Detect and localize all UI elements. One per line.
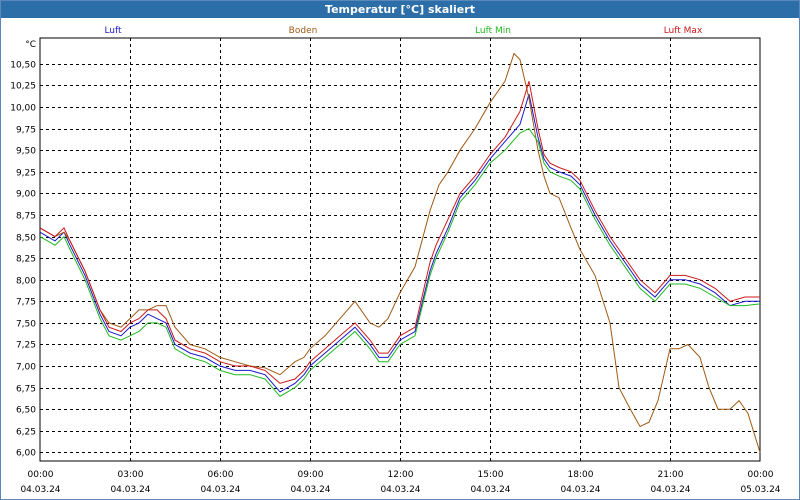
x-tick-time: 03:00	[118, 470, 144, 480]
x-tick-time: 21:00	[658, 470, 684, 480]
y-tick-label: 6,50	[16, 406, 36, 416]
y-tick-label: 10,25	[10, 82, 36, 92]
y-tick-label: 8,50	[16, 234, 36, 244]
y-tick-label: 7,25	[16, 341, 36, 351]
x-tick-date: 04.03.24	[290, 485, 330, 495]
y-tick-label: 9,00	[16, 190, 36, 200]
x-tick-date: 04.03.24	[380, 485, 420, 495]
y-tick-label: 8,25	[16, 255, 36, 265]
x-tick-time: 18:00	[568, 470, 594, 480]
y-tick-label: 6,75	[16, 385, 36, 395]
x-tick-time: 15:00	[478, 470, 504, 480]
legend-item: Luft	[104, 26, 122, 36]
y-axis-label: °C	[25, 40, 36, 50]
y-tick-label: 7,50	[16, 320, 36, 330]
temperature-chart: 6,00 6,25 6,50 6,75 7,00 7,25 7,50 7,75 8,00 8,25…	[10, 26, 781, 495]
x-tick-time: 09:00	[298, 470, 324, 480]
y-tick-label: 10,50	[10, 61, 36, 71]
x-tick-time: 06:00	[208, 470, 234, 480]
y-tick-label: 9,75	[16, 126, 36, 136]
x-tick-date: 04.03.24	[470, 485, 510, 495]
x-tick-date: 04.03.24	[560, 485, 600, 495]
legend-item: Boden	[289, 26, 318, 36]
x-tick-time: 12:00	[388, 470, 414, 480]
legend-item: Luft Min	[475, 26, 511, 36]
legend-item: Luft Max	[664, 26, 703, 36]
x-tick-date: 04.03.24	[200, 485, 240, 495]
y-tick-label: 7,75	[16, 298, 36, 308]
y-tick-label: 8,75	[16, 212, 36, 222]
x-tick-date: 04.03.24	[650, 485, 690, 495]
x-tick-date: 04.03.24	[110, 485, 150, 495]
y-tick-label: 9,25	[16, 169, 36, 179]
y-tick-label: 7,00	[16, 363, 36, 373]
y-tick-label: 6,00	[16, 449, 36, 459]
x-tick-time: 00:00	[748, 470, 774, 480]
x-tick-date: 05.03.24	[740, 485, 780, 495]
y-tick-label: 10,00	[10, 104, 36, 114]
x-tick-date: 04.03.24	[20, 485, 60, 495]
x-tick-time: 00:00	[28, 470, 54, 480]
y-tick-label: 6,25	[16, 428, 36, 438]
y-tick-label: 9,50	[16, 147, 36, 157]
y-tick-label: 8,00	[16, 277, 36, 287]
